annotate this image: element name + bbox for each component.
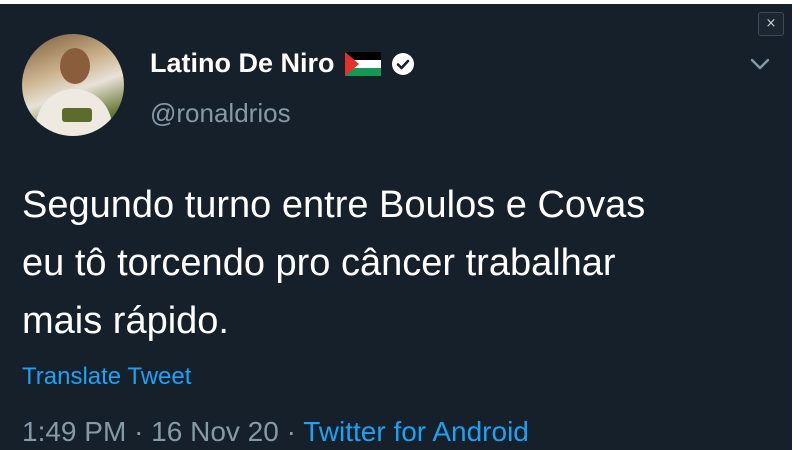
verified-badge-icon: [391, 52, 414, 75]
tweet-text-line: Segundo turno entre Boulos e Covas: [22, 184, 646, 226]
tweet-date[interactable]: 16 Nov 20: [151, 416, 279, 447]
meta-separator: ·: [286, 416, 296, 447]
close-icon: ×: [765, 16, 777, 31]
tweet-card: × Latino De Niro @ronaldrios Segundo tur…: [0, 4, 792, 450]
translate-tweet-link[interactable]: Translate Tweet: [22, 363, 191, 391]
tweet-text: Segundo turno entre Boulos e Covas eu tô…: [22, 176, 762, 350]
author-handle[interactable]: @ronaldrios: [150, 98, 291, 129]
meta-separator: ·: [134, 416, 144, 447]
author-name-row: Latino De Niro: [150, 48, 415, 79]
tweet-source-link[interactable]: Twitter for Android: [303, 416, 529, 447]
tweet-metadata: 1:49 PM · 16 Nov 20 · Twitter for Androi…: [22, 416, 529, 448]
avatar[interactable]: [22, 34, 124, 136]
tweet-time[interactable]: 1:49 PM: [22, 416, 126, 447]
tweet-text-line: mais rápido.: [22, 300, 229, 342]
palestine-flag-icon: [344, 51, 381, 76]
tweet-text-line: eu tô torcendo pro câncer trabalhar: [22, 242, 616, 284]
chevron-down-icon[interactable]: [748, 54, 772, 74]
author-display-name[interactable]: Latino De Niro: [150, 48, 335, 79]
close-button[interactable]: ×: [758, 12, 784, 36]
